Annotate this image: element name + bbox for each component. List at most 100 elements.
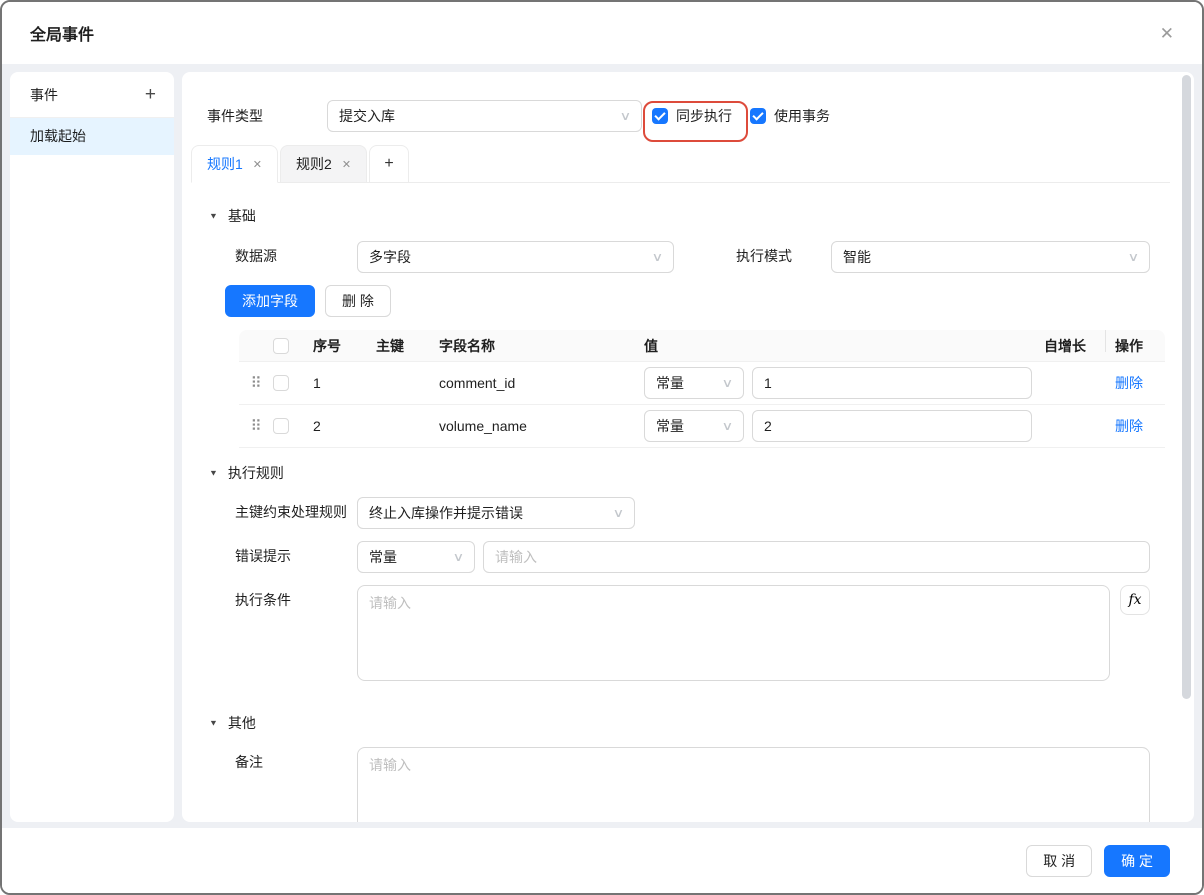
row-index: 2 <box>313 418 376 434</box>
error-tip-row: 错误提示 常量 ∨ <box>235 541 1194 573</box>
value-type-select[interactable]: 常量 ∨ <box>644 367 744 399</box>
use-transaction-checkbox-item: 使用事务 <box>750 106 830 126</box>
sidebar-title: 事件 <box>30 85 58 105</box>
error-tip-type-value: 常量 <box>369 547 397 567</box>
chevron-down-icon: ∨ <box>1128 250 1140 264</box>
add-rule-tab-button[interactable]: + <box>369 145 409 183</box>
section-basic-header[interactable]: ▼ 基础 <box>209 206 1194 226</box>
section-other-header[interactable]: ▼ 其他 <box>209 713 1194 733</box>
chevron-down-icon: ∨ <box>620 109 632 123</box>
value-type-select[interactable]: 常量 ∨ <box>644 410 744 442</box>
chevron-down-icon: ∨ <box>722 419 734 433</box>
sync-exec-checkbox-item: 同步执行 <box>652 106 732 126</box>
event-type-select[interactable]: 提交入库 ∨ <box>327 100 642 132</box>
table-actions-row: 添加字段 删 除 <box>225 285 1194 317</box>
close-icon[interactable]: ✕ <box>1160 25 1174 42</box>
dialog-title: 全局事件 <box>30 21 94 45</box>
drag-handle-icon[interactable]: ⠿ <box>251 376 262 391</box>
delete-row-link[interactable]: 删除 <box>1115 418 1143 434</box>
exec-mode-label: 执行模式 <box>736 241 831 266</box>
pk-constraint-select[interactable]: 终止入库操作并提示错误 ∨ <box>357 497 635 529</box>
tab-close-icon[interactable]: ✕ <box>253 158 262 171</box>
sidebar-item-label: 加载起始 <box>30 128 86 144</box>
pk-constraint-row: 主键约束处理规则 终止入库操作并提示错误 ∨ <box>235 497 1194 529</box>
value-input[interactable] <box>752 410 1032 442</box>
tab-rule-2[interactable]: 规则2 ✕ <box>280 145 367 183</box>
chevron-down-icon: ∨ <box>453 550 465 564</box>
global-event-dialog: 全局事件 ✕ 事件 + 加载起始 事件类型 提交入库 ∨ <box>0 0 1204 895</box>
remark-label: 备注 <box>235 747 357 772</box>
drag-handle-icon[interactable]: ⠿ <box>251 419 262 434</box>
chevron-down-icon: ∨ <box>652 250 664 264</box>
exec-mode-value: 智能 <box>843 247 871 267</box>
sidebar-item-load-start[interactable]: 加载起始 <box>10 118 174 155</box>
dialog-header: 全局事件 ✕ <box>2 2 1202 64</box>
pk-constraint-label: 主键约束处理规则 <box>235 497 357 522</box>
error-tip-type-select[interactable]: 常量 ∨ <box>357 541 475 573</box>
table-row: ⠿ 2 volume_name 常量 ∨ 删除 <box>239 405 1165 448</box>
event-type-row: 事件类型 提交入库 ∨ 同步执行 使用事务 <box>207 100 1194 132</box>
caret-down-icon: ▼ <box>209 469 218 478</box>
index-column-header: 序号 <box>313 336 376 356</box>
chevron-down-icon: ∨ <box>613 506 625 520</box>
fields-table: 序号 主键 字段名称 值 自增长 操作 ⠿ 1 comment_id 常量 <box>239 330 1165 448</box>
chevron-down-icon: ∨ <box>722 376 734 390</box>
section-exec-rules-title: 执行规则 <box>228 463 284 483</box>
event-type-value: 提交入库 <box>339 106 395 126</box>
exec-condition-row: 执行条件 fx <box>235 585 1194 681</box>
use-transaction-checkbox[interactable] <box>750 108 766 124</box>
event-type-label: 事件类型 <box>207 106 327 126</box>
caret-down-icon: ▼ <box>209 212 218 221</box>
rule-tabs: 规则1 ✕ 规则2 ✕ + <box>191 144 1170 183</box>
delete-row-link[interactable]: 删除 <box>1115 375 1143 391</box>
confirm-button[interactable]: 确 定 <box>1104 845 1170 877</box>
add-field-button[interactable]: 添加字段 <box>225 285 315 317</box>
plus-icon: + <box>384 155 393 173</box>
dialog-footer: 取 消 确 定 <box>2 828 1202 893</box>
data-source-select[interactable]: 多字段 ∨ <box>357 241 674 273</box>
dialog-body: 事件 + 加载起始 事件类型 提交入库 ∨ 同步执行 <box>2 64 1202 828</box>
value-type-value: 常量 <box>656 373 684 393</box>
value-type-value: 常量 <box>656 416 684 436</box>
data-source-row: 数据源 多字段 ∨ 执行模式 智能 ∨ <box>235 241 1194 273</box>
use-transaction-label: 使用事务 <box>774 106 830 126</box>
exec-mode-select[interactable]: 智能 ∨ <box>831 241 1150 273</box>
field-name-value: volume_name <box>439 418 644 434</box>
sidebar-header: 事件 + <box>10 72 174 118</box>
sync-exec-label: 同步执行 <box>676 106 732 126</box>
error-tip-label: 错误提示 <box>235 541 357 566</box>
tab-rule-1[interactable]: 规则1 ✕ <box>191 145 278 183</box>
section-other-title: 其他 <box>228 713 256 733</box>
data-source-value: 多字段 <box>369 247 411 267</box>
remark-row: 备注 <box>235 747 1194 822</box>
value-column-header: 值 <box>644 336 1044 356</box>
section-basic-title: 基础 <box>228 206 256 226</box>
row-checkbox[interactable] <box>273 375 289 391</box>
data-source-label: 数据源 <box>235 241 357 266</box>
vertical-scrollbar[interactable] <box>1182 75 1191 699</box>
table-header-row: 序号 主键 字段名称 值 自增长 操作 <box>239 330 1165 362</box>
remark-textarea[interactable] <box>357 747 1150 822</box>
section-exec-rules-header[interactable]: ▼ 执行规则 <box>209 463 1194 483</box>
tab-rule-1-label: 规则1 <box>207 154 243 174</box>
tab-close-icon[interactable]: ✕ <box>342 158 351 171</box>
exec-condition-label: 执行条件 <box>235 585 357 610</box>
error-tip-input[interactable] <box>483 541 1150 573</box>
value-input[interactable] <box>752 367 1032 399</box>
primary-key-column-header: 主键 <box>376 336 439 356</box>
select-all-cell <box>273 338 313 354</box>
delete-selected-button[interactable]: 删 除 <box>325 285 391 317</box>
select-all-checkbox[interactable] <box>273 338 289 354</box>
sync-exec-checkbox[interactable] <box>652 108 668 124</box>
caret-down-icon: ▼ <box>209 719 218 728</box>
exec-condition-textarea[interactable] <box>357 585 1110 681</box>
field-name-value: comment_id <box>439 375 644 391</box>
main-panel: 事件类型 提交入库 ∨ 同步执行 使用事务 规则1 <box>182 72 1194 822</box>
table-row: ⠿ 1 comment_id 常量 ∨ 删除 <box>239 362 1165 405</box>
event-sidebar: 事件 + 加载起始 <box>10 72 174 822</box>
tab-rule-2-label: 规则2 <box>296 154 332 174</box>
cancel-button[interactable]: 取 消 <box>1026 845 1092 877</box>
fx-formula-button[interactable]: fx <box>1120 585 1150 615</box>
row-checkbox[interactable] <box>273 418 289 434</box>
add-event-icon[interactable]: + <box>145 85 156 104</box>
